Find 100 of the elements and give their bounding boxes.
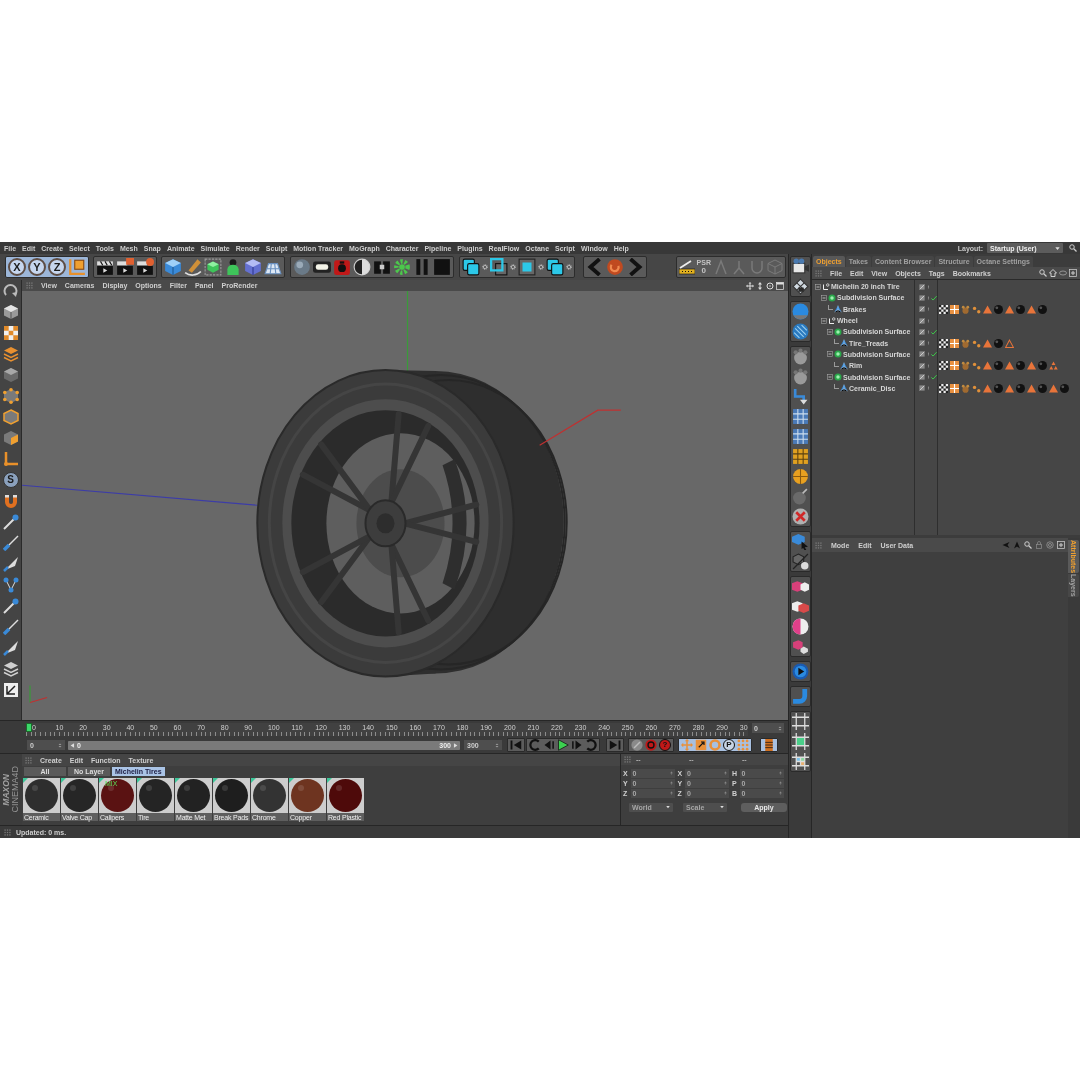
cross-icon[interactable]	[791, 508, 809, 525]
knife-icon[interactable]	[2, 556, 19, 572]
chevron-right-icon[interactable]	[626, 258, 644, 276]
sphere-tag-icon[interactable]	[1016, 304, 1025, 314]
oval-icon[interactable]	[1059, 269, 1067, 277]
cube-stack-icon[interactable]	[791, 638, 809, 655]
sphere-tag-icon[interactable]	[1038, 304, 1047, 314]
check-icon[interactable]	[931, 374, 937, 380]
light-bar-icon[interactable]	[313, 258, 331, 276]
clapperboard-icon[interactable]	[96, 258, 114, 276]
checker-tag-icon[interactable]	[939, 361, 948, 371]
arrow-left-icon[interactable]	[1002, 541, 1010, 549]
triangle-tag-icon[interactable]	[983, 338, 992, 348]
cube-pair-icon[interactable]	[791, 598, 809, 615]
half-circle-icon[interactable]	[353, 258, 371, 276]
sphere-tag-icon[interactable]	[994, 304, 1003, 314]
arrow-up-icon[interactable]	[1013, 541, 1021, 549]
layer-box-icon[interactable]	[919, 385, 925, 392]
figure-icon[interactable]	[224, 258, 242, 276]
cube-points-icon[interactable]	[2, 388, 19, 404]
triangle-tag-icon[interactable]	[983, 304, 992, 314]
brush-icon[interactable]	[2, 619, 19, 635]
triangle-tag-icon[interactable]	[983, 361, 992, 371]
checker-icon[interactable]	[2, 325, 19, 341]
sphere-tag-icon[interactable]	[1016, 383, 1025, 393]
tiled-frame-icon[interactable]	[791, 753, 809, 770]
collapse-icon[interactable]	[827, 328, 833, 335]
layer-box-icon[interactable]	[919, 340, 925, 347]
solo-button[interactable]: S	[2, 472, 19, 488]
slashed-circle-icon[interactable]	[631, 739, 643, 751]
maximize-icon[interactable]	[776, 281, 784, 290]
pause-icon[interactable]	[413, 258, 431, 276]
dotted-path-icon[interactable]	[2, 577, 19, 593]
chevron-left-icon[interactable]	[586, 258, 604, 276]
triangle-tag-icon[interactable]	[1027, 383, 1036, 393]
triangle-tag-icon[interactable]	[983, 383, 992, 393]
collapse-icon[interactable]	[815, 283, 821, 290]
brush-icon[interactable]	[2, 535, 19, 551]
help-button[interactable]: ?	[659, 739, 671, 751]
layer-box-icon[interactable]	[919, 351, 925, 358]
grip-icon[interactable]	[815, 269, 822, 277]
search-icon[interactable]	[1039, 269, 1047, 277]
axis-lock-button[interactable]: Z	[48, 258, 66, 276]
checker-tag-icon[interactable]	[939, 304, 948, 314]
blocks-icon[interactable]	[373, 258, 391, 276]
search-icon[interactable]	[1024, 541, 1032, 549]
ball-icon[interactable]	[791, 468, 809, 485]
grip-icon[interactable]	[815, 541, 822, 549]
plus-box-icon[interactable]	[1057, 541, 1065, 549]
checkered-floor-icon[interactable]	[791, 278, 809, 295]
collapse-icon[interactable]	[821, 294, 827, 301]
layer-box-icon[interactable]	[919, 362, 925, 369]
gear-icon[interactable]	[482, 264, 488, 270]
grip-icon[interactable]	[4, 828, 11, 836]
pen-icon[interactable]	[184, 258, 202, 276]
grid-icon[interactable]	[791, 448, 809, 465]
dots-tag-icon[interactable]	[972, 338, 981, 348]
triangle-tag-icon[interactable]	[1049, 383, 1058, 393]
dots-tag-icon[interactable]	[972, 361, 981, 371]
grip-icon[interactable]	[624, 756, 631, 763]
collapse-icon[interactable]	[827, 351, 833, 358]
gear-icon[interactable]	[566, 264, 572, 270]
rotate-icon[interactable]	[766, 281, 774, 290]
crossed-cube-icon[interactable]	[791, 553, 809, 570]
wand-icon[interactable]	[2, 598, 19, 614]
material-preview-icon[interactable]	[213, 778, 250, 813]
layer-box-icon[interactable]	[919, 283, 925, 290]
triangle-tag-icon[interactable]	[1027, 361, 1036, 371]
gear-icon[interactable]	[510, 264, 516, 270]
bumpy-sphere-icon[interactable]	[791, 348, 809, 365]
material-preview-icon[interactable]	[137, 778, 174, 813]
knife-icon[interactable]	[2, 640, 19, 656]
triangle-tag-icon[interactable]	[1027, 304, 1036, 314]
stop-icon[interactable]	[433, 258, 451, 276]
search-icon[interactable]	[1069, 244, 1077, 252]
material-preview-icon[interactable]	[327, 778, 364, 813]
cube-icon[interactable]	[2, 304, 19, 320]
cursor-cube-icon[interactable]	[791, 533, 809, 550]
triangle-tag-icon[interactable]	[1005, 361, 1014, 371]
swirl-icon[interactable]	[606, 258, 624, 276]
overlapping-squares-icon[interactable]	[546, 258, 564, 276]
plus-box-icon[interactable]	[1069, 269, 1077, 277]
up-down-arrow-icon[interactable]	[756, 281, 764, 290]
layer-box-icon[interactable]	[919, 317, 925, 324]
collapse-icon[interactable]	[821, 317, 827, 324]
sphere-tag-icon[interactable]	[1038, 361, 1047, 371]
grid-tag-icon[interactable]	[950, 304, 959, 314]
hatched-sphere-icon[interactable]	[791, 323, 809, 340]
overlapping-squares-icon[interactable]	[462, 258, 480, 276]
layer-box-icon[interactable]	[919, 374, 925, 380]
checker-tag-icon[interactable]	[939, 383, 948, 393]
magnet-icon[interactable]	[2, 493, 19, 509]
material-preview-icon[interactable]	[61, 778, 98, 813]
checker-tag-icon[interactable]	[939, 338, 948, 348]
bomb-icon[interactable]	[791, 488, 809, 505]
filled-frame-icon[interactable]	[791, 733, 809, 750]
half-sphere-icon[interactable]	[791, 618, 809, 635]
overlapping-squares-icon[interactable]	[490, 258, 508, 276]
grid-tag-icon[interactable]	[950, 338, 959, 348]
collapse-icon[interactable]	[827, 374, 833, 380]
